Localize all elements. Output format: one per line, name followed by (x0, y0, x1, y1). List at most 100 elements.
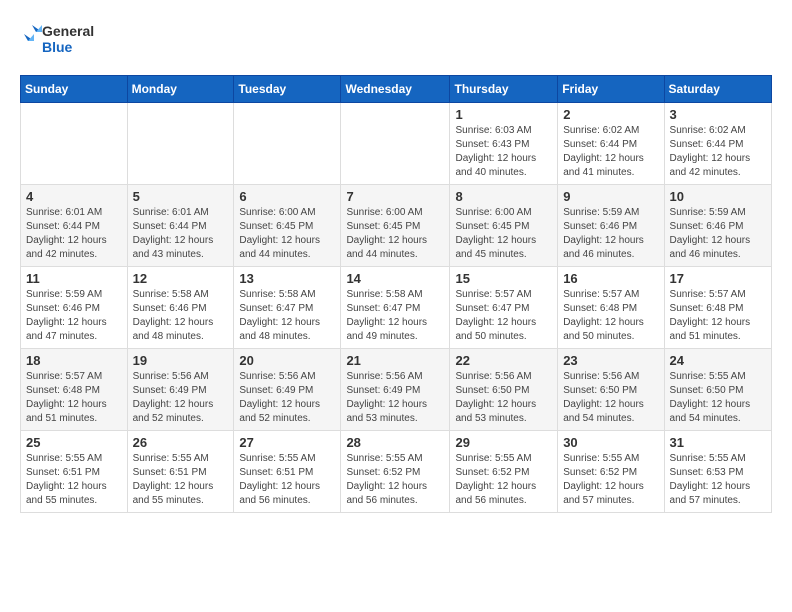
day-number: 31 (670, 435, 766, 450)
calendar-cell: 31 Sunrise: 5:55 AMSunset: 6:53 PMDayligh… (664, 431, 771, 513)
day-info: Sunrise: 5:55 AMSunset: 6:51 PMDaylight:… (26, 452, 122, 508)
day-info: Sunrise: 5:59 AMSunset: 6:46 PMDaylight:… (670, 206, 766, 262)
calendar-cell: 13 Sunrise: 5:58 AMSunset: 6:47 PMDayligh… (234, 267, 341, 349)
day-number: 22 (455, 353, 552, 368)
week-row-4: 18Sunrise: 5:57 AMSunset: 6:48 PMDayligh… (21, 349, 772, 431)
day-info: Sunrise: 5:56 AMSunset: 6:49 PMDaylight:… (133, 370, 229, 426)
day-number: 14 (346, 271, 444, 286)
calendar-cell: 7Sunrise: 6:00 AMSunset: 6:45 PMDaylight… (341, 185, 450, 267)
day-number: 5 (133, 189, 229, 204)
day-number: 10 (670, 189, 766, 204)
calendar-cell: 18Sunrise: 5:57 AMSunset: 6:48 PMDayligh… (21, 349, 128, 431)
calendar-cell (127, 103, 234, 185)
day-info: Sunrise: 5:55 AMSunset: 6:52 PMDaylight:… (346, 452, 444, 508)
day-number: 20 (239, 353, 335, 368)
calendar-cell: 10 Sunrise: 5:59 AMSunset: 6:46 PMDayligh… (664, 185, 771, 267)
day-info: Sunrise: 5:56 AMSunset: 6:49 PMDaylight:… (346, 370, 444, 426)
calendar-body: 1 Sunrise: 6:03 AMSunset: 6:43 PMDaylight… (21, 103, 772, 513)
day-number: 28 (346, 435, 444, 450)
day-number: 27 (239, 435, 335, 450)
day-info: Sunrise: 6:01 AMSunset: 6:44 PMDaylight:… (26, 206, 122, 262)
day-info: Sunrise: 5:55 AMSunset: 6:50 PMDaylight:… (670, 370, 766, 426)
calendar-table: SundayMondayTuesdayWednesdayThursdayFrid… (20, 75, 772, 513)
calendar-cell: 23 Sunrise: 5:56 AMSunset: 6:50 PMDayligh… (558, 349, 664, 431)
calendar-cell: 1 Sunrise: 6:03 AMSunset: 6:43 PMDaylight… (450, 103, 558, 185)
day-info: Sunrise: 5:55 AMSunset: 6:53 PMDaylight:… (670, 452, 766, 508)
header-monday: Monday (127, 76, 234, 103)
calendar-cell: 22 Sunrise: 5:56 AMSunset: 6:50 PMDayligh… (450, 349, 558, 431)
day-info: Sunrise: 6:00 AMSunset: 6:45 PMDaylight:… (239, 206, 335, 262)
day-info: Sunrise: 5:55 AMSunset: 6:51 PMDaylight:… (133, 452, 229, 508)
calendar-cell: 15 Sunrise: 5:57 AMSunset: 6:47 PMDayligh… (450, 267, 558, 349)
day-info: Sunrise: 6:02 AMSunset: 6:44 PMDaylight:… (670, 124, 766, 180)
day-number: 15 (455, 271, 552, 286)
day-number: 19 (133, 353, 229, 368)
day-info: Sunrise: 5:55 AMSunset: 6:51 PMDaylight:… (239, 452, 335, 508)
day-number: 30 (563, 435, 658, 450)
calendar-cell: 9 Sunrise: 5:59 AMSunset: 6:46 PMDaylight… (558, 185, 664, 267)
calendar-cell: 29 Sunrise: 5:55 AMSunset: 6:52 PMDayligh… (450, 431, 558, 513)
day-info: Sunrise: 5:56 AMSunset: 6:50 PMDaylight:… (455, 370, 552, 426)
day-number: 16 (563, 271, 658, 286)
day-number: 3 (670, 107, 766, 122)
calendar-cell: 6 Sunrise: 6:00 AMSunset: 6:45 PMDaylight… (234, 185, 341, 267)
calendar-cell: 26 Sunrise: 5:55 AMSunset: 6:51 PMDayligh… (127, 431, 234, 513)
day-info: Sunrise: 5:59 AMSunset: 6:46 PMDaylight:… (26, 288, 122, 344)
calendar-header: SundayMondayTuesdayWednesdayThursdayFrid… (21, 76, 772, 103)
day-number: 1 (455, 107, 552, 122)
day-number: 17 (670, 271, 766, 286)
day-info: Sunrise: 6:00 AMSunset: 6:45 PMDaylight:… (346, 206, 444, 262)
calendar-cell: 4Sunrise: 6:01 AMSunset: 6:44 PMDaylight… (21, 185, 128, 267)
day-number: 26 (133, 435, 229, 450)
day-number: 13 (239, 271, 335, 286)
day-number: 23 (563, 353, 658, 368)
header-wednesday: Wednesday (341, 76, 450, 103)
calendar-cell: 28 Sunrise: 5:55 AMSunset: 6:52 PMDayligh… (341, 431, 450, 513)
logo-svg: General Blue (20, 20, 100, 65)
calendar-cell: 12Sunrise: 5:58 AMSunset: 6:46 PMDayligh… (127, 267, 234, 349)
day-number: 6 (239, 189, 335, 204)
calendar-cell: 24 Sunrise: 5:55 AMSunset: 6:50 PMDayligh… (664, 349, 771, 431)
week-row-5: 25 Sunrise: 5:55 AMSunset: 6:51 PMDayligh… (21, 431, 772, 513)
day-info: Sunrise: 5:55 AMSunset: 6:52 PMDaylight:… (563, 452, 658, 508)
day-info: Sunrise: 5:55 AMSunset: 6:52 PMDaylight:… (455, 452, 552, 508)
header-thursday: Thursday (450, 76, 558, 103)
calendar-cell (21, 103, 128, 185)
calendar-cell: 25 Sunrise: 5:55 AMSunset: 6:51 PMDayligh… (21, 431, 128, 513)
day-info: Sunrise: 5:58 AMSunset: 6:47 PMDaylight:… (239, 288, 335, 344)
week-row-1: 1 Sunrise: 6:03 AMSunset: 6:43 PMDaylight… (21, 103, 772, 185)
header-friday: Friday (558, 76, 664, 103)
logo: General Blue (20, 20, 100, 65)
calendar-cell: 3 Sunrise: 6:02 AMSunset: 6:44 PMDaylight… (664, 103, 771, 185)
day-number: 29 (455, 435, 552, 450)
day-info: Sunrise: 6:01 AMSunset: 6:44 PMDaylight:… (133, 206, 229, 262)
svg-text:General: General (42, 23, 94, 39)
day-info: Sunrise: 5:57 AMSunset: 6:48 PMDaylight:… (670, 288, 766, 344)
calendar-cell: 17 Sunrise: 5:57 AMSunset: 6:48 PMDayligh… (664, 267, 771, 349)
day-number: 9 (563, 189, 658, 204)
page-header: General Blue (20, 20, 772, 65)
calendar-cell: 14Sunrise: 5:58 AMSunset: 6:47 PMDayligh… (341, 267, 450, 349)
day-info: Sunrise: 6:00 AMSunset: 6:45 PMDaylight:… (455, 206, 552, 262)
day-info: Sunrise: 6:03 AMSunset: 6:43 PMDaylight:… (455, 124, 552, 180)
day-number: 11 (26, 271, 122, 286)
day-number: 25 (26, 435, 122, 450)
day-number: 21 (346, 353, 444, 368)
day-info: Sunrise: 5:57 AMSunset: 6:48 PMDaylight:… (26, 370, 122, 426)
calendar-cell: 20 Sunrise: 5:56 AMSunset: 6:49 PMDayligh… (234, 349, 341, 431)
calendar-cell: 11 Sunrise: 5:59 AMSunset: 6:46 PMDayligh… (21, 267, 128, 349)
calendar-cell: 5 Sunrise: 6:01 AMSunset: 6:44 PMDaylight… (127, 185, 234, 267)
week-row-2: 4Sunrise: 6:01 AMSunset: 6:44 PMDaylight… (21, 185, 772, 267)
header-tuesday: Tuesday (234, 76, 341, 103)
day-info: Sunrise: 5:56 AMSunset: 6:50 PMDaylight:… (563, 370, 658, 426)
day-info: Sunrise: 5:57 AMSunset: 6:47 PMDaylight:… (455, 288, 552, 344)
header-saturday: Saturday (664, 76, 771, 103)
calendar-cell: 8Sunrise: 6:00 AMSunset: 6:45 PMDaylight… (450, 185, 558, 267)
day-number: 2 (563, 107, 658, 122)
day-info: Sunrise: 5:59 AMSunset: 6:46 PMDaylight:… (563, 206, 658, 262)
calendar-cell: 16Sunrise: 5:57 AMSunset: 6:48 PMDayligh… (558, 267, 664, 349)
day-number: 24 (670, 353, 766, 368)
day-info: Sunrise: 5:56 AMSunset: 6:49 PMDaylight:… (239, 370, 335, 426)
calendar-cell: 30 Sunrise: 5:55 AMSunset: 6:52 PMDayligh… (558, 431, 664, 513)
header-row: SundayMondayTuesdayWednesdayThursdayFrid… (21, 76, 772, 103)
